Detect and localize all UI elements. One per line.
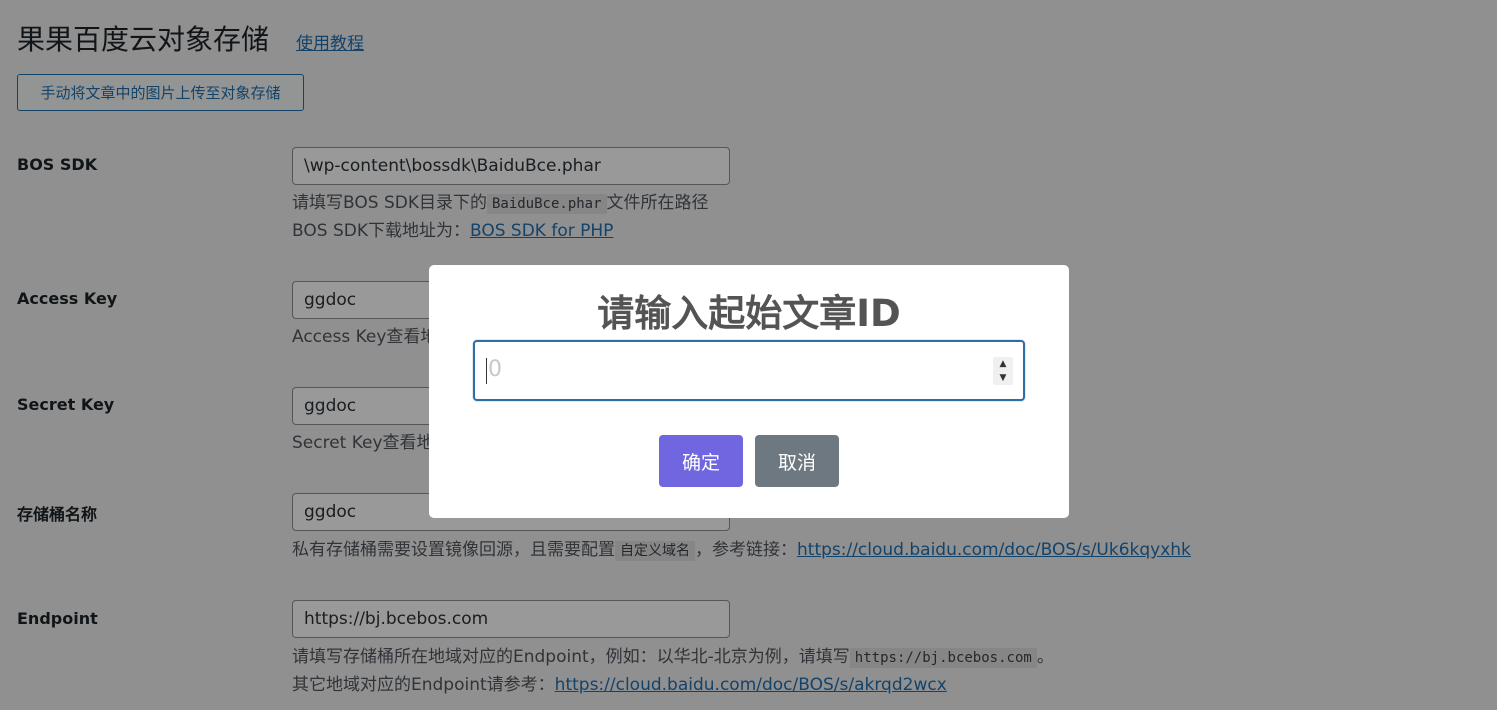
- spin-down-icon[interactable]: ▼: [993, 371, 1013, 385]
- number-spinner[interactable]: ▲ ▼: [993, 357, 1013, 385]
- text-caret: [486, 358, 487, 384]
- spin-up-icon[interactable]: ▲: [993, 357, 1013, 371]
- start-id-input[interactable]: 0 ▲ ▼: [473, 340, 1025, 401]
- confirm-button[interactable]: 确定: [659, 435, 743, 487]
- dialog-title: 请输入起始文章ID: [597, 292, 901, 335]
- cancel-button[interactable]: 取消: [755, 435, 839, 487]
- input-placeholder: 0: [488, 357, 502, 382]
- start-id-dialog: 请输入起始文章ID 0 ▲ ▼ 确定 取消: [429, 265, 1069, 518]
